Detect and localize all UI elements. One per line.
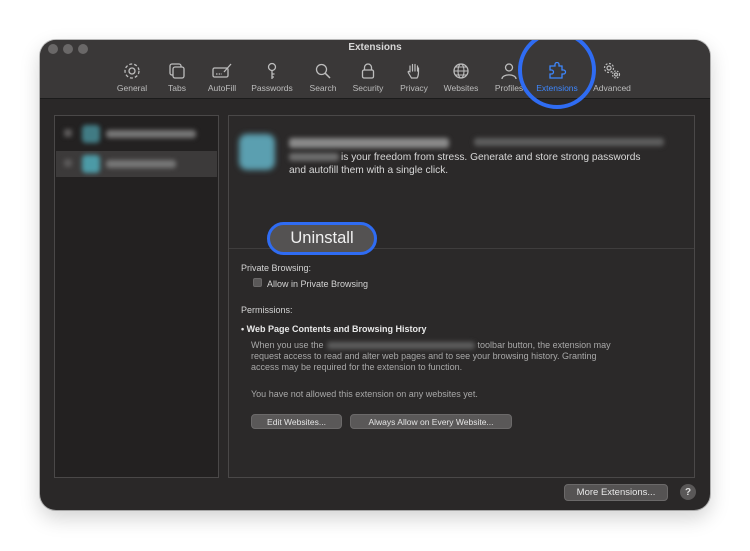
edit-websites-button[interactable]: Edit Websites... <box>251 414 342 429</box>
tabs-icon <box>169 63 185 79</box>
tab-label: General <box>116 83 148 93</box>
always-allow-button[interactable]: Always Allow on Every Website... <box>350 414 512 429</box>
extension-icon <box>82 125 100 143</box>
tab-security[interactable]: Security <box>342 62 394 93</box>
private-browsing-heading: Private Browsing: <box>241 263 312 273</box>
tab-label: Websites <box>443 83 479 93</box>
not-allowed-notice: You have not allowed this extension on a… <box>251 389 478 399</box>
lock-icon <box>361 63 375 79</box>
extension-list-item-selected[interactable] <box>56 151 217 177</box>
extension-description: is your freedom from stress. Generate an… <box>289 151 689 177</box>
permissions-heading: Permissions: <box>241 305 293 315</box>
permission-description: When you use the toolbar button, the exte… <box>251 340 671 373</box>
more-extensions-button[interactable]: More Extensions... <box>564 484 668 501</box>
tab-label: Profiles <box>494 83 524 93</box>
extensions-list <box>54 115 219 478</box>
checkbox-icon <box>64 129 72 137</box>
description-line-1: is your freedom from stress. Generate an… <box>341 152 641 163</box>
extension-name-redacted <box>106 160 176 168</box>
key-icon <box>267 62 277 79</box>
permission-text-line-2: request access to read and alter web pag… <box>251 351 597 361</box>
tab-label: Privacy <box>400 83 428 93</box>
tab-passwords[interactable]: Passwords <box>246 62 298 93</box>
extension-name-redacted <box>326 342 475 350</box>
tab-autofill[interactable]: AutoFill <box>196 62 248 93</box>
permission-text-before: When you use the <box>251 340 324 350</box>
tab-label: Tabs <box>168 83 186 93</box>
extension-list-item[interactable] <box>56 121 217 147</box>
allow-private-browsing-label: Allow in Private Browsing <box>267 279 369 289</box>
allow-private-browsing-checkbox[interactable] <box>253 278 262 287</box>
extension-icon <box>239 134 275 170</box>
permission-item-title: • Web Page Contents and Browsing History <box>241 324 427 334</box>
extension-title-redacted <box>289 138 449 148</box>
tab-websites[interactable]: Websites <box>435 62 487 93</box>
extension-detail-pane: is your freedom from stress. Generate an… <box>228 115 695 478</box>
toolbar: Extensions General Tabs AutoFill Passwor… <box>40 40 710 99</box>
tab-label: Search <box>309 83 337 93</box>
tab-label: Security <box>352 83 384 93</box>
hand-icon <box>407 63 420 79</box>
extension-icon <box>82 155 100 173</box>
search-icon <box>315 63 331 79</box>
globe-icon <box>453 63 469 79</box>
uninstall-button[interactable]: Uninstall <box>267 222 377 255</box>
gear-icon <box>124 63 140 79</box>
permission-text-line-3: access may be required for the extension… <box>251 362 463 372</box>
checkbox-icon <box>64 159 72 167</box>
person-icon <box>501 63 517 80</box>
description-line-2: and autofill them with a single click. <box>289 165 449 176</box>
tab-label: Passwords <box>251 83 293 93</box>
extension-subtitle-redacted <box>474 138 664 146</box>
window-title: Extensions <box>348 42 402 53</box>
extension-name-redacted <box>106 130 196 138</box>
tab-label: AutoFill <box>207 83 237 93</box>
preferences-window: Extensions General Tabs AutoFill Passwor… <box>40 40 710 510</box>
tab-label: Advanced <box>593 83 631 93</box>
permission-text-after: toolbar button, the extension may <box>477 340 611 350</box>
gears-icon <box>603 62 621 79</box>
autofill-icon <box>212 63 232 78</box>
help-button[interactable]: ? <box>680 484 696 500</box>
tab-privacy[interactable]: Privacy <box>388 62 440 93</box>
